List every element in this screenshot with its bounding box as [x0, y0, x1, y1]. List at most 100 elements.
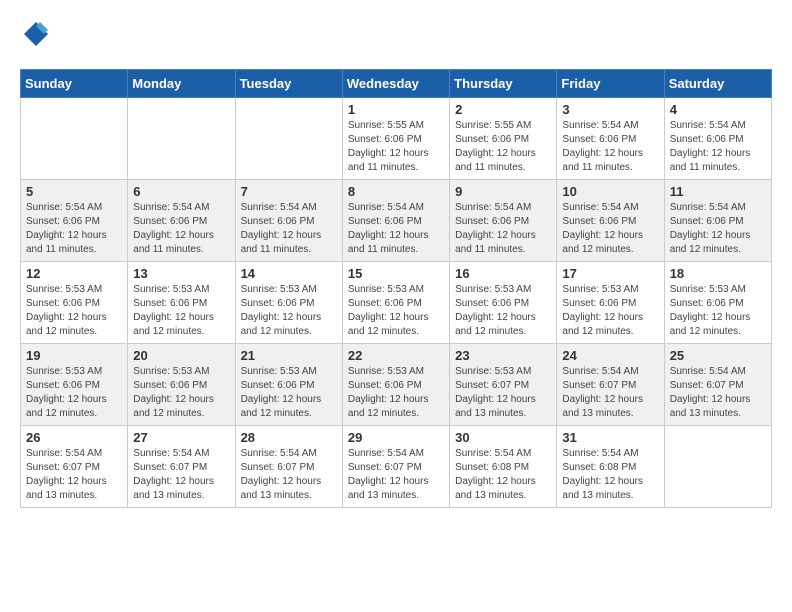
- calendar-cell: 4Sunrise: 5:54 AM Sunset: 6:06 PM Daylig…: [664, 98, 771, 180]
- calendar-cell: 20Sunrise: 5:53 AM Sunset: 6:06 PM Dayli…: [128, 344, 235, 426]
- calendar-cell: 8 Sunrise: 5:54 AM Sunset: 6:06 PM Daylig…: [342, 180, 449, 262]
- day-info: Sunrise: 5:53 AM Sunset: 6:06 PM Dayligh…: [562, 283, 658, 339]
- calendar-cell: 9 Sunrise: 5:54 AM Sunset: 6:06 PM Daylig…: [450, 180, 557, 262]
- calendar-cell: 17 Sunrise: 5:53 AM Sunset: 6:06 PM Dayli…: [557, 262, 664, 344]
- day-of-week-header: Friday: [557, 70, 664, 98]
- day-number: 17: [562, 266, 658, 281]
- calendar-cell: 27 Sunrise: 5:54 AM Sunset: 6:07 PM Dayli…: [128, 426, 235, 508]
- day-number: 26: [26, 430, 122, 445]
- day-number: 6: [133, 184, 229, 199]
- calendar-cell: 7 Sunrise: 5:54 AM Sunset: 6:06 PM Daylig…: [235, 180, 342, 262]
- day-info: Sunrise: 5:54 AM Sunset: 6:08 PM Dayligh…: [562, 447, 658, 503]
- day-info: Sunrise: 5:54 AM Sunset: 6:07 PM Dayligh…: [562, 365, 658, 421]
- day-number: 2: [455, 102, 551, 117]
- day-number: 5: [26, 184, 122, 199]
- day-number: 9: [455, 184, 551, 199]
- day-info: Sunrise: 5:54 AM Sunset: 6:06 PM Dayligh…: [348, 201, 444, 257]
- day-info: Sunrise: 5:54 AM Sunset: 6:07 PM Dayligh…: [348, 447, 444, 503]
- calendar-week-row: 1 Sunrise: 5:55 AM Sunset: 6:06 PM Daylig…: [21, 98, 772, 180]
- day-info: Sunrise: 5:53 AM Sunset: 6:06 PM Dayligh…: [670, 283, 766, 339]
- calendar-cell: 16Sunrise: 5:53 AM Sunset: 6:06 PM Dayli…: [450, 262, 557, 344]
- day-number: 12: [26, 266, 122, 281]
- day-number: 27: [133, 430, 229, 445]
- calendar-cell: 23 Sunrise: 5:53 AM Sunset: 6:07 PM Dayli…: [450, 344, 557, 426]
- calendar-cell: 13 Sunrise: 5:53 AM Sunset: 6:06 PM Dayli…: [128, 262, 235, 344]
- calendar-cell: 22Sunrise: 5:53 AM Sunset: 6:06 PM Dayli…: [342, 344, 449, 426]
- day-number: 24: [562, 348, 658, 363]
- day-number: 14: [241, 266, 337, 281]
- day-info: Sunrise: 5:53 AM Sunset: 6:07 PM Dayligh…: [455, 365, 551, 421]
- day-number: 31: [562, 430, 658, 445]
- calendar-cell: 11 Sunrise: 5:54 AM Sunset: 6:06 PM Dayli…: [664, 180, 771, 262]
- calendar-week-row: 26 Sunrise: 5:54 AM Sunset: 6:07 PM Dayli…: [21, 426, 772, 508]
- calendar-cell: [235, 98, 342, 180]
- day-info: Sunrise: 5:53 AM Sunset: 6:06 PM Dayligh…: [133, 283, 229, 339]
- day-info: Sunrise: 5:55 AM Sunset: 6:06 PM Dayligh…: [348, 119, 444, 175]
- day-number: 3: [562, 102, 658, 117]
- calendar-cell: 18 Sunrise: 5:53 AM Sunset: 6:06 PM Dayli…: [664, 262, 771, 344]
- day-number: 23: [455, 348, 551, 363]
- calendar-cell: 2 Sunrise: 5:55 AM Sunset: 6:06 PM Daylig…: [450, 98, 557, 180]
- calendar-cell: 21Sunrise: 5:53 AM Sunset: 6:06 PM Dayli…: [235, 344, 342, 426]
- day-number: 1: [348, 102, 444, 117]
- day-info: Sunrise: 5:54 AM Sunset: 6:07 PM Dayligh…: [26, 447, 122, 503]
- day-info: Sunrise: 5:54 AM Sunset: 6:06 PM Dayligh…: [670, 201, 766, 257]
- day-info: Sunrise: 5:54 AM Sunset: 6:07 PM Dayligh…: [133, 447, 229, 503]
- day-number: 30: [455, 430, 551, 445]
- day-number: 22: [348, 348, 444, 363]
- day-info: Sunrise: 5:54 AM Sunset: 6:08 PM Dayligh…: [455, 447, 551, 503]
- day-info: Sunrise: 5:54 AM Sunset: 6:07 PM Dayligh…: [241, 447, 337, 503]
- calendar-cell: 10Sunrise: 5:54 AM Sunset: 6:06 PM Dayli…: [557, 180, 664, 262]
- day-info: Sunrise: 5:54 AM Sunset: 6:06 PM Dayligh…: [455, 201, 551, 257]
- day-info: Sunrise: 5:54 AM Sunset: 6:07 PM Dayligh…: [670, 365, 766, 421]
- day-number: 11: [670, 184, 766, 199]
- day-info: Sunrise: 5:53 AM Sunset: 6:06 PM Dayligh…: [241, 283, 337, 339]
- calendar-cell: 26 Sunrise: 5:54 AM Sunset: 6:07 PM Dayli…: [21, 426, 128, 508]
- day-of-week-header: Wednesday: [342, 70, 449, 98]
- calendar-cell: 15 Sunrise: 5:53 AM Sunset: 6:06 PM Dayli…: [342, 262, 449, 344]
- day-info: Sunrise: 5:53 AM Sunset: 6:06 PM Dayligh…: [26, 365, 122, 421]
- day-number: 28: [241, 430, 337, 445]
- day-number: 7: [241, 184, 337, 199]
- calendar-cell: 19 Sunrise: 5:53 AM Sunset: 6:06 PM Dayli…: [21, 344, 128, 426]
- day-info: Sunrise: 5:54 AM Sunset: 6:06 PM Dayligh…: [26, 201, 122, 257]
- calendar-cell: 1 Sunrise: 5:55 AM Sunset: 6:06 PM Daylig…: [342, 98, 449, 180]
- day-info: Sunrise: 5:53 AM Sunset: 6:06 PM Dayligh…: [241, 365, 337, 421]
- calendar-cell: 12Sunrise: 5:53 AM Sunset: 6:06 PM Dayli…: [21, 262, 128, 344]
- day-info: Sunrise: 5:54 AM Sunset: 6:06 PM Dayligh…: [562, 201, 658, 257]
- day-info: Sunrise: 5:53 AM Sunset: 6:06 PM Dayligh…: [348, 283, 444, 339]
- calendar-cell: [128, 98, 235, 180]
- day-info: Sunrise: 5:54 AM Sunset: 6:06 PM Dayligh…: [241, 201, 337, 257]
- calendar-cell: 3 Sunrise: 5:54 AM Sunset: 6:06 PM Daylig…: [557, 98, 664, 180]
- day-info: Sunrise: 5:54 AM Sunset: 6:06 PM Dayligh…: [133, 201, 229, 257]
- calendar-cell: [664, 426, 771, 508]
- logo-icon: [22, 20, 50, 48]
- day-of-week-header: Thursday: [450, 70, 557, 98]
- day-number: 18: [670, 266, 766, 281]
- day-number: 13: [133, 266, 229, 281]
- day-info: Sunrise: 5:53 AM Sunset: 6:06 PM Dayligh…: [455, 283, 551, 339]
- day-number: 19: [26, 348, 122, 363]
- day-of-week-header: Tuesday: [235, 70, 342, 98]
- day-info: Sunrise: 5:55 AM Sunset: 6:06 PM Dayligh…: [455, 119, 551, 175]
- day-number: 4: [670, 102, 766, 117]
- calendar-week-row: 5 Sunrise: 5:54 AM Sunset: 6:06 PM Daylig…: [21, 180, 772, 262]
- calendar-cell: 24 Sunrise: 5:54 AM Sunset: 6:07 PM Dayli…: [557, 344, 664, 426]
- calendar-cell: 25 Sunrise: 5:54 AM Sunset: 6:07 PM Dayli…: [664, 344, 771, 426]
- calendar-cell: 30 Sunrise: 5:54 AM Sunset: 6:08 PM Dayli…: [450, 426, 557, 508]
- calendar-table: SundayMondayTuesdayWednesdayThursdayFrid…: [20, 69, 772, 508]
- day-number: 8: [348, 184, 444, 199]
- calendar-header-row: SundayMondayTuesdayWednesdayThursdayFrid…: [21, 70, 772, 98]
- day-number: 15: [348, 266, 444, 281]
- day-of-week-header: Saturday: [664, 70, 771, 98]
- calendar-cell: 5 Sunrise: 5:54 AM Sunset: 6:06 PM Daylig…: [21, 180, 128, 262]
- calendar-week-row: 12 Sunrise: 5:53 AM Sunset: 6:06 PM Dayli…: [21, 262, 772, 344]
- calendar-cell: 31 Sunrise: 5:54 AM Sunset: 6:08 PM Dayli…: [557, 426, 664, 508]
- day-number: 29: [348, 430, 444, 445]
- day-of-week-header: Monday: [128, 70, 235, 98]
- calendar-cell: [21, 98, 128, 180]
- day-number: 20: [133, 348, 229, 363]
- day-number: 25: [670, 348, 766, 363]
- day-info: Sunrise: 5:54 AM Sunset: 6:06 PM Dayligh…: [562, 119, 658, 175]
- day-of-week-header: Sunday: [21, 70, 128, 98]
